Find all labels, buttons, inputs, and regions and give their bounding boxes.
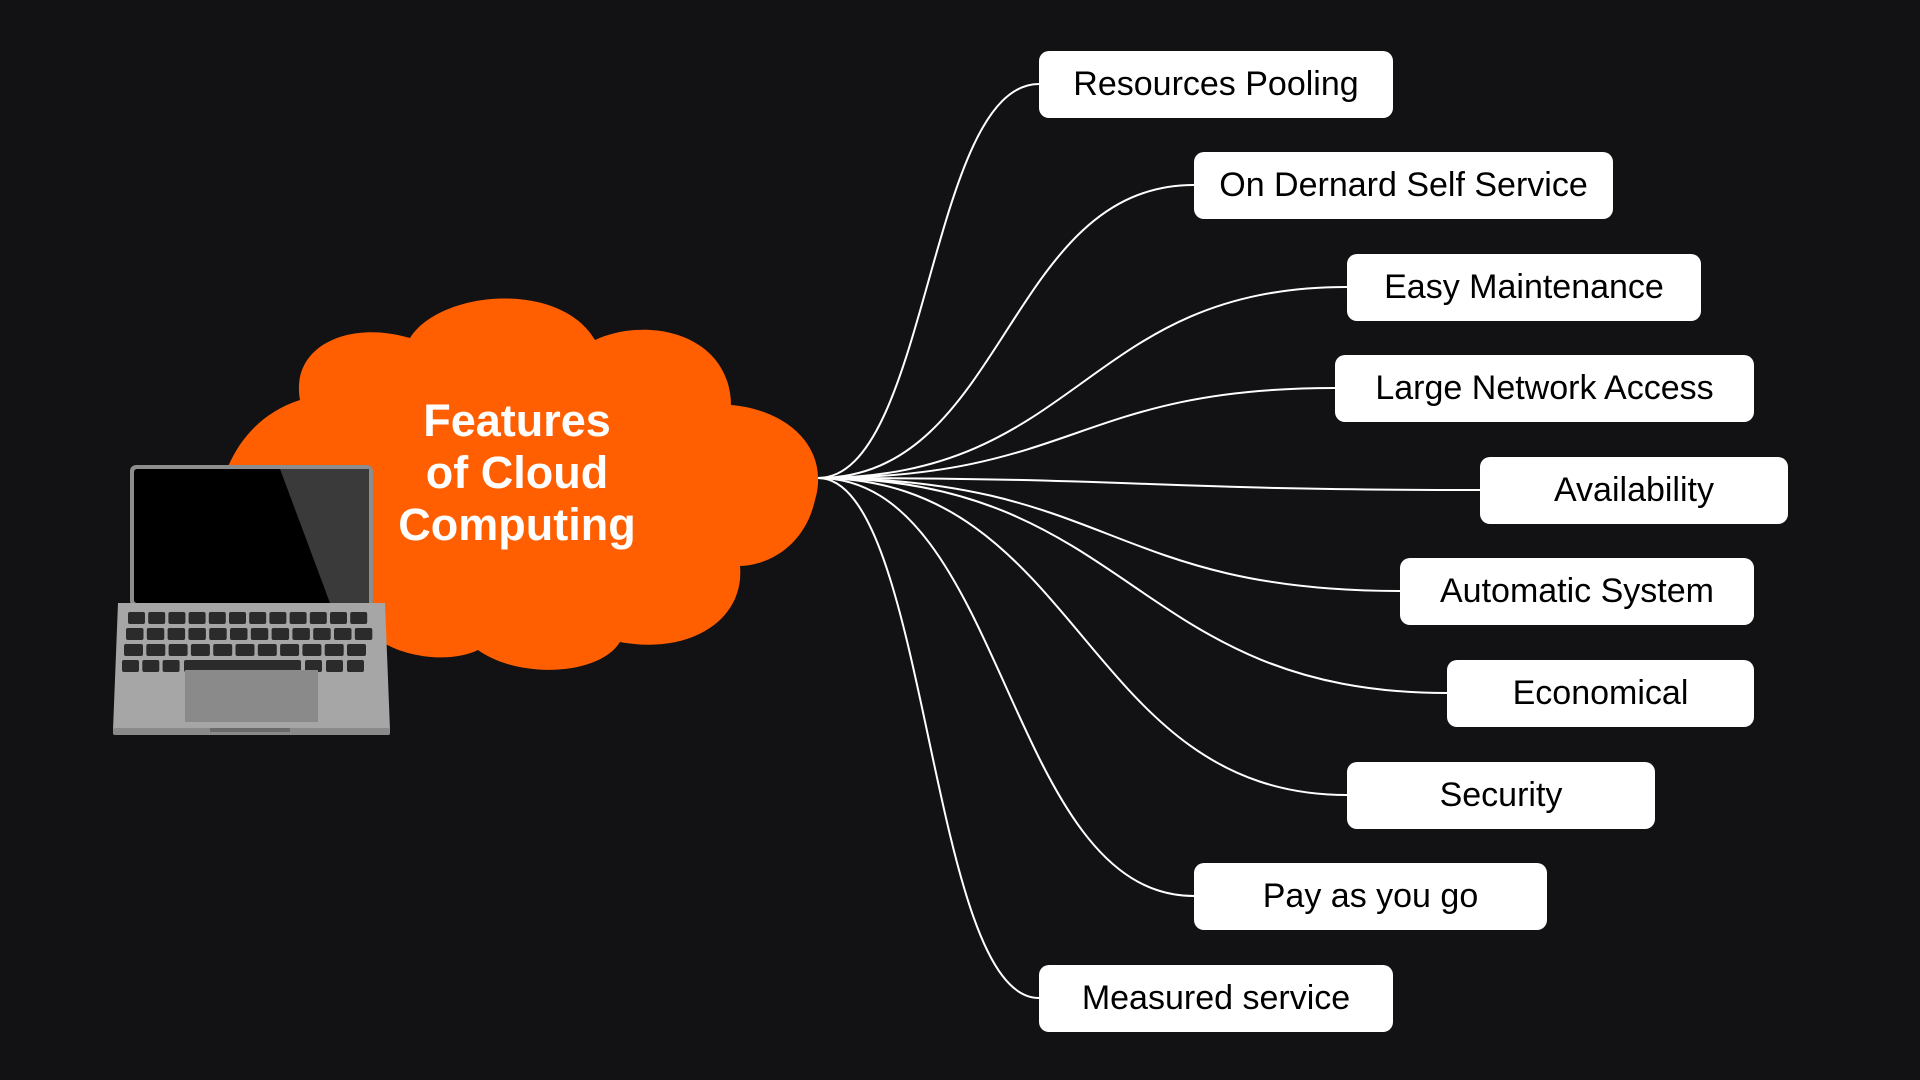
keyboard-key	[128, 612, 145, 624]
connector-line	[817, 477, 1348, 796]
keyboard-key	[347, 660, 364, 672]
branch-node-on-demand-self-service: On Dernard Self Service	[1194, 152, 1613, 219]
keyboard-key	[230, 628, 248, 640]
branch-node-easy-maintenance: Easy Maintenance	[1347, 254, 1701, 321]
branch-node-availability: Availability	[1480, 457, 1788, 524]
connector-line	[817, 477, 1040, 999]
keyboard-key	[168, 612, 186, 624]
keyboard-key	[354, 628, 373, 640]
keyboard-key	[235, 644, 255, 656]
keyboard-key	[190, 644, 210, 656]
connector-line	[817, 477, 1401, 592]
keyboard-key	[250, 628, 269, 640]
branch-node-measured-service: Measured service	[1039, 965, 1393, 1032]
keyboard-key	[146, 644, 166, 656]
keyboard-key	[280, 644, 300, 656]
keyboard-key	[188, 612, 206, 624]
keyboard-key	[188, 628, 206, 640]
keyboard-key	[249, 612, 267, 624]
keyboard-key	[289, 612, 307, 624]
keyboard-key	[209, 628, 227, 640]
keyboard-key	[213, 644, 233, 656]
central-topic-line-2: of Cloud	[425, 447, 609, 498]
keyboard-key	[309, 612, 327, 624]
keyboard-key	[142, 660, 160, 672]
central-topic-label: Features of Cloud Computing	[367, 395, 667, 551]
branch-node-large-network-access: Large Network Access	[1335, 355, 1754, 422]
keyboard-key	[271, 628, 290, 640]
keyboard-key	[124, 644, 143, 656]
keyboard-key	[350, 612, 368, 624]
mind-map-canvas	[113, 83, 1481, 999]
keyboard-key	[167, 628, 186, 640]
branch-node-automatic-system: Automatic System	[1400, 558, 1754, 625]
keyboard-key	[347, 644, 366, 656]
branch-node-resources-pooling: Resources Pooling	[1039, 51, 1393, 118]
central-topic-line-1: Features	[423, 395, 611, 446]
keyboard-key	[326, 660, 343, 672]
laptop-icon	[113, 465, 390, 735]
keyboard-key	[122, 660, 139, 672]
keyboard-key	[302, 644, 322, 656]
connector-line	[817, 477, 1195, 897]
keyboard-key	[146, 628, 165, 640]
branch-node-pay-as-you-go: Pay as you go	[1194, 863, 1547, 930]
keyboard-key	[313, 628, 331, 640]
keyboard-key	[168, 644, 188, 656]
connector-line	[817, 83, 1040, 479]
keyboard-key	[334, 628, 352, 640]
keyboard-key	[257, 644, 277, 656]
branch-node-security: Security	[1347, 762, 1655, 829]
keyboard-key	[229, 612, 246, 624]
keyboard-key	[324, 644, 344, 656]
keyboard-key	[148, 612, 166, 624]
keyboard-key	[269, 612, 287, 624]
keyboard-key	[330, 612, 347, 624]
keyboard-key	[208, 612, 226, 624]
central-topic-line-3: Computing	[398, 499, 636, 550]
connectors	[817, 83, 1481, 999]
keyboard-key	[162, 660, 180, 672]
keyboard-key	[126, 628, 144, 640]
keyboard-key	[292, 628, 310, 640]
branch-node-economical: Economical	[1447, 660, 1754, 727]
connector-line	[817, 387, 1336, 479]
